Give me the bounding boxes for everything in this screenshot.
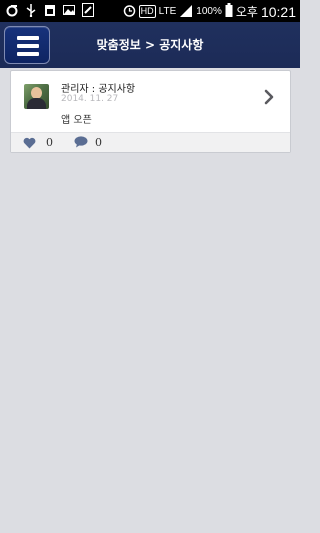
hamburger-menu-icon bbox=[17, 36, 39, 40]
menu-button[interactable] bbox=[4, 26, 50, 64]
lte-indicator: LTE bbox=[158, 6, 177, 17]
heart-icon[interactable] bbox=[23, 137, 36, 149]
comment-icon[interactable] bbox=[74, 136, 88, 148]
usb-icon bbox=[25, 3, 37, 18]
chevron-right-icon[interactable] bbox=[263, 89, 275, 105]
calendar-icon bbox=[44, 3, 56, 17]
status-bar: HD LTE 100% 오후 10:21 bbox=[0, 0, 300, 22]
post-title: 앱 오픈 bbox=[61, 115, 92, 126]
post-stats-bar: 0 0 bbox=[11, 132, 290, 152]
battery-percent: 100% bbox=[196, 6, 222, 17]
author-avatar bbox=[24, 84, 49, 109]
clock: 10:21 bbox=[260, 3, 296, 20]
pdf-icon bbox=[82, 3, 94, 17]
image-icon bbox=[63, 3, 75, 17]
signal-icon bbox=[179, 4, 193, 20]
sigma-icon bbox=[6, 3, 18, 17]
hamburger-menu-icon-bar bbox=[17, 52, 39, 56]
alarm-icon bbox=[123, 4, 136, 20]
post-author: 관리자 : 공지사항 bbox=[61, 84, 136, 95]
app-header: 맞춤정보 > 공지사항 bbox=[0, 22, 300, 68]
comment-count: 0 bbox=[95, 136, 102, 149]
notice-post-card[interactable]: 관리자 : 공지사항 2014. 11. 27 앱 오픈 0 0 bbox=[10, 70, 291, 153]
page-title: 맞춤정보 > 공지사항 bbox=[96, 38, 204, 52]
like-count: 0 bbox=[46, 136, 53, 149]
hamburger-menu-icon-bar bbox=[17, 44, 39, 48]
battery-icon bbox=[225, 3, 233, 20]
post-date: 2014. 11. 27 bbox=[61, 94, 119, 104]
ampm-label: 오후 bbox=[235, 5, 258, 19]
hd-voice-badge: HD bbox=[138, 5, 156, 18]
